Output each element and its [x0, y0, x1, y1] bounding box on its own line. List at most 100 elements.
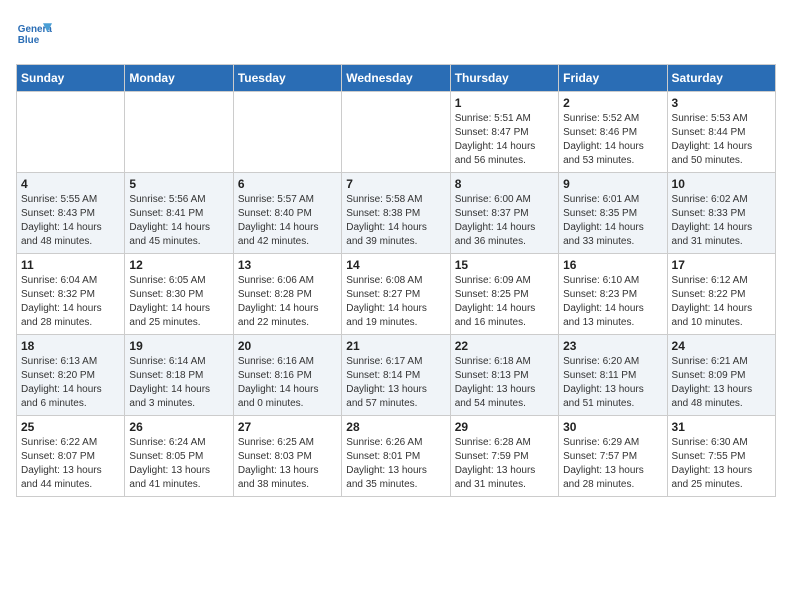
weekday-header-friday: Friday: [559, 65, 667, 92]
weekday-header-sunday: Sunday: [17, 65, 125, 92]
calendar-cell: 10 Sunrise: 6:02 AM Sunset: 8:33 PM Dayli…: [667, 173, 775, 254]
day-number: 20: [238, 339, 337, 353]
calendar-cell: 6 Sunrise: 5:57 AM Sunset: 8:40 PM Daylig…: [233, 173, 341, 254]
day-info: Sunrise: 6:22 AM Sunset: 8:07 PM Dayligh…: [21, 436, 120, 492]
day-info: Sunrise: 6:25 AM Sunset: 8:03 PM Dayligh…: [238, 436, 337, 492]
day-number: 3: [672, 96, 771, 110]
day-number: 6: [238, 177, 337, 191]
day-info: Sunrise: 6:28 AM Sunset: 7:59 PM Dayligh…: [455, 436, 554, 492]
day-info: Sunrise: 6:18 AM Sunset: 8:13 PM Dayligh…: [455, 355, 554, 411]
calendar-cell: 16Sunrise: 6:10 AM Sunset: 8:23 PM Dayli…: [559, 254, 667, 335]
day-number: 21: [346, 339, 445, 353]
svg-text:Blue: Blue: [18, 35, 40, 46]
day-number: 18: [21, 339, 120, 353]
day-info: Sunrise: 5:51 AM Sunset: 8:47 PM Dayligh…: [455, 112, 554, 168]
calendar-cell: [17, 92, 125, 173]
day-info: Sunrise: 6:21 AM Sunset: 8:09 PM Dayligh…: [672, 355, 771, 411]
day-info: Sunrise: 6:09 AM Sunset: 8:25 PM Dayligh…: [455, 274, 554, 330]
calendar-cell: 30 Sunrise: 6:29 AM Sunset: 7:57 PM Dayli…: [559, 416, 667, 497]
day-number: 23: [563, 339, 662, 353]
day-number: 2: [563, 96, 662, 110]
day-number: 1: [455, 96, 554, 110]
day-info: Sunrise: 6:29 AM Sunset: 7:57 PM Dayligh…: [563, 436, 662, 492]
calendar-cell: 31 Sunrise: 6:30 AM Sunset: 7:55 PM Dayli…: [667, 416, 775, 497]
calendar-cell: 21 Sunrise: 6:17 AM Sunset: 8:14 PM Dayli…: [342, 335, 450, 416]
calendar-cell: 12 Sunrise: 6:05 AM Sunset: 8:30 PM Dayli…: [125, 254, 233, 335]
logo: General Blue: [16, 16, 52, 52]
calendar-cell: 2 Sunrise: 5:52 AM Sunset: 8:46 PM Daylig…: [559, 92, 667, 173]
day-info: Sunrise: 6:05 AM Sunset: 8:30 PM Dayligh…: [129, 274, 228, 330]
calendar-cell: 14 Sunrise: 6:08 AM Sunset: 8:27 PM Dayli…: [342, 254, 450, 335]
day-info: Sunrise: 6:16 AM Sunset: 8:16 PM Dayligh…: [238, 355, 337, 411]
calendar-cell: 27 Sunrise: 6:25 AM Sunset: 8:03 PM Dayli…: [233, 416, 341, 497]
calendar-cell: 17 Sunrise: 6:12 AM Sunset: 8:22 PM Dayli…: [667, 254, 775, 335]
day-number: 19: [129, 339, 228, 353]
day-info: Sunrise: 6:17 AM Sunset: 8:14 PM Dayligh…: [346, 355, 445, 411]
calendar-cell: 24 Sunrise: 6:21 AM Sunset: 8:09 PM Dayli…: [667, 335, 775, 416]
calendar-cell: 7 Sunrise: 5:58 AM Sunset: 8:38 PM Daylig…: [342, 173, 450, 254]
day-info: Sunrise: 6:13 AM Sunset: 8:20 PM Dayligh…: [21, 355, 120, 411]
day-number: 5: [129, 177, 228, 191]
day-number: 29: [455, 420, 554, 434]
calendar-cell: [233, 92, 341, 173]
calendar-cell: 3 Sunrise: 5:53 AM Sunset: 8:44 PM Daylig…: [667, 92, 775, 173]
day-number: 10: [672, 177, 771, 191]
calendar-cell: 4 Sunrise: 5:55 AM Sunset: 8:43 PM Daylig…: [17, 173, 125, 254]
day-info: Sunrise: 6:01 AM Sunset: 8:35 PM Dayligh…: [563, 193, 662, 249]
day-number: 30: [563, 420, 662, 434]
calendar-cell: 11Sunrise: 6:04 AM Sunset: 8:32 PM Dayli…: [17, 254, 125, 335]
day-info: Sunrise: 6:14 AM Sunset: 8:18 PM Dayligh…: [129, 355, 228, 411]
day-info: Sunrise: 6:20 AM Sunset: 8:11 PM Dayligh…: [563, 355, 662, 411]
day-number: 4: [21, 177, 120, 191]
calendar-cell: [125, 92, 233, 173]
calendar-table: SundayMondayTuesdayWednesdayThursdayFrid…: [16, 64, 776, 497]
calendar-cell: [342, 92, 450, 173]
day-number: 8: [455, 177, 554, 191]
calendar-cell: 13 Sunrise: 6:06 AM Sunset: 8:28 PM Dayli…: [233, 254, 341, 335]
logo-icon: General Blue: [16, 16, 52, 52]
calendar-cell: 29 Sunrise: 6:28 AM Sunset: 7:59 PM Dayli…: [450, 416, 558, 497]
day-number: 7: [346, 177, 445, 191]
calendar-cell: 8Sunrise: 6:00 AM Sunset: 8:37 PM Daylig…: [450, 173, 558, 254]
day-number: 25: [21, 420, 120, 434]
day-number: 26: [129, 420, 228, 434]
calendar-cell: 19 Sunrise: 6:14 AM Sunset: 8:18 PM Dayli…: [125, 335, 233, 416]
day-number: 31: [672, 420, 771, 434]
day-number: 27: [238, 420, 337, 434]
day-number: 12: [129, 258, 228, 272]
weekday-header-monday: Monday: [125, 65, 233, 92]
calendar-cell: 1 Sunrise: 5:51 AM Sunset: 8:47 PM Daylig…: [450, 92, 558, 173]
weekday-header-saturday: Saturday: [667, 65, 775, 92]
calendar-cell: 20 Sunrise: 6:16 AM Sunset: 8:16 PM Dayli…: [233, 335, 341, 416]
day-number: 15: [455, 258, 554, 272]
day-number: 17: [672, 258, 771, 272]
day-info: Sunrise: 6:30 AM Sunset: 7:55 PM Dayligh…: [672, 436, 771, 492]
day-info: Sunrise: 6:02 AM Sunset: 8:33 PM Dayligh…: [672, 193, 771, 249]
day-info: Sunrise: 6:12 AM Sunset: 8:22 PM Dayligh…: [672, 274, 771, 330]
day-number: 14: [346, 258, 445, 272]
day-info: Sunrise: 5:53 AM Sunset: 8:44 PM Dayligh…: [672, 112, 771, 168]
day-info: Sunrise: 5:52 AM Sunset: 8:46 PM Dayligh…: [563, 112, 662, 168]
day-number: 24: [672, 339, 771, 353]
weekday-header-tuesday: Tuesday: [233, 65, 341, 92]
day-number: 13: [238, 258, 337, 272]
day-info: Sunrise: 6:08 AM Sunset: 8:27 PM Dayligh…: [346, 274, 445, 330]
weekday-header-wednesday: Wednesday: [342, 65, 450, 92]
day-info: Sunrise: 5:57 AM Sunset: 8:40 PM Dayligh…: [238, 193, 337, 249]
day-number: 28: [346, 420, 445, 434]
calendar-cell: 28Sunrise: 6:26 AM Sunset: 8:01 PM Dayli…: [342, 416, 450, 497]
page-header: General Blue: [16, 16, 776, 52]
weekday-header-thursday: Thursday: [450, 65, 558, 92]
day-info: Sunrise: 6:06 AM Sunset: 8:28 PM Dayligh…: [238, 274, 337, 330]
calendar-cell: 22Sunrise: 6:18 AM Sunset: 8:13 PM Dayli…: [450, 335, 558, 416]
day-number: 16: [563, 258, 662, 272]
day-number: 9: [563, 177, 662, 191]
day-info: Sunrise: 5:58 AM Sunset: 8:38 PM Dayligh…: [346, 193, 445, 249]
calendar-cell: 23 Sunrise: 6:20 AM Sunset: 8:11 PM Dayli…: [559, 335, 667, 416]
day-number: 11: [21, 258, 120, 272]
calendar-cell: 15 Sunrise: 6:09 AM Sunset: 8:25 PM Dayli…: [450, 254, 558, 335]
calendar-cell: 9 Sunrise: 6:01 AM Sunset: 8:35 PM Daylig…: [559, 173, 667, 254]
day-info: Sunrise: 5:55 AM Sunset: 8:43 PM Dayligh…: [21, 193, 120, 249]
calendar-cell: 26Sunrise: 6:24 AM Sunset: 8:05 PM Dayli…: [125, 416, 233, 497]
calendar-cell: 18 Sunrise: 6:13 AM Sunset: 8:20 PM Dayli…: [17, 335, 125, 416]
